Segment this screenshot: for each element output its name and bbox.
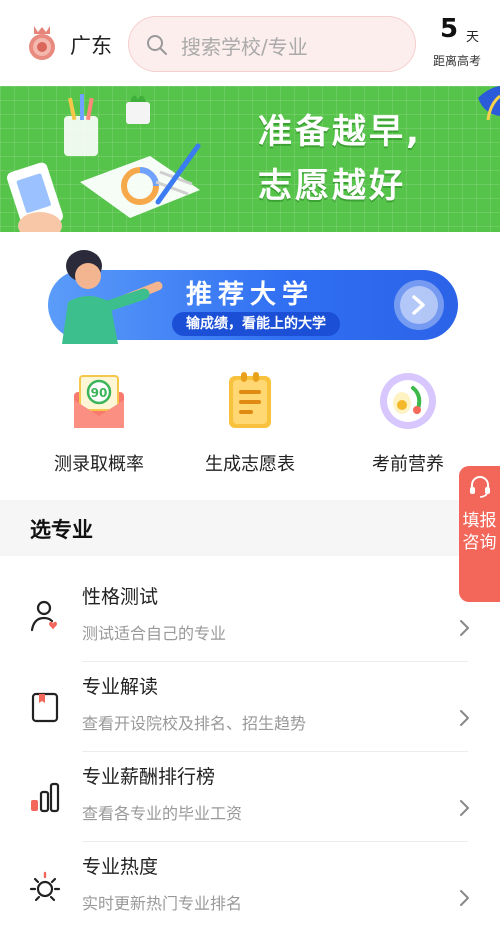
banner-leaf-icon <box>478 86 500 121</box>
bookmark-book-icon <box>31 692 59 723</box>
sun-icon <box>29 871 61 902</box>
nutrition-plate-icon <box>380 373 436 429</box>
list-item-title: 专业解读 <box>82 676 159 698</box>
list-item-desc: 查看各专业的毕业工资 <box>82 804 243 823</box>
top-header: 广东 搜索学校/专业 5 天 距离高考 <box>0 0 500 86</box>
list-item-major-interpretation[interactable]: 专业解读 查看开设院校及排名、招生趋势 <box>0 664 500 752</box>
tool-pre-exam-nutrition[interactable]: 考前营养 <box>333 370 483 480</box>
countdown-number: 5 <box>440 14 459 44</box>
location-badge-icon[interactable] <box>24 24 60 62</box>
chevron-right-icon <box>460 890 469 906</box>
search-bar[interactable]: 搜索学校/专业 <box>128 16 416 72</box>
list-item-desc: 查看开设院校及排名、招生趋势 <box>82 714 307 733</box>
recommend-title: 推荐大学 <box>186 280 315 310</box>
banner-title-line1: 准备越早, <box>258 112 422 152</box>
list-item-salary-ranking[interactable]: 专业薪酬排行榜 查看各专业的毕业工资 <box>0 754 500 842</box>
tool-label: 测录取概率 <box>54 454 144 475</box>
section-header: 选专业 <box>0 500 459 556</box>
banner-title-line2: 志愿越好 <box>258 166 406 206</box>
student-pointing-illustration <box>62 250 163 344</box>
chevron-right-icon <box>412 295 425 315</box>
form-list-icon <box>229 372 271 428</box>
score-badge-text: 90 <box>91 386 108 400</box>
location-selector[interactable]: 广东 <box>70 30 112 60</box>
list-item-major-popularity[interactable]: 专业热度 实时更新热门专业排名 <box>0 844 500 927</box>
recommend-go-button[interactable] <box>394 280 444 330</box>
consult-label: 填报咨询 <box>462 511 497 553</box>
list-item-title: 性格测试 <box>82 586 159 608</box>
recommend-university-card[interactable]: 推荐大学 输成绩，看能上的大学 <box>48 250 458 344</box>
chevron-right-icon <box>460 620 469 636</box>
recommend-subtitle: 输成绩，看能上的大学 <box>172 312 340 336</box>
list-item-desc: 实时更新热门专业排名 <box>82 894 243 913</box>
envelope-score-icon: 90 <box>74 375 124 428</box>
person-heart-icon <box>30 600 57 632</box>
chevron-right-icon <box>460 800 469 816</box>
search-input[interactable]: 搜索学校/专业 <box>181 31 308 60</box>
search-icon <box>147 35 167 55</box>
list-item-personality-test[interactable]: 性格测试 测试适合自己的专业 <box>0 574 500 662</box>
banner-illustration <box>7 94 201 232</box>
list-item-title: 专业薪酬排行榜 <box>82 766 216 788</box>
headset-icon <box>470 476 490 498</box>
tool-generate-form[interactable]: 生成志愿表 <box>175 370 325 480</box>
list-item-title: 专业热度 <box>82 856 159 878</box>
chevron-right-icon <box>460 710 469 726</box>
countdown-label: 距离高考 <box>433 54 482 68</box>
countdown-unit: 天 <box>466 30 480 45</box>
tool-label: 生成志愿表 <box>205 454 295 475</box>
tool-admission-probability[interactable]: 90 测录取概率 <box>24 370 174 480</box>
section-title: 选专业 <box>30 518 93 542</box>
list-item-desc: 测试适合自己的专业 <box>82 624 227 643</box>
bar-chart-icon <box>31 782 60 813</box>
